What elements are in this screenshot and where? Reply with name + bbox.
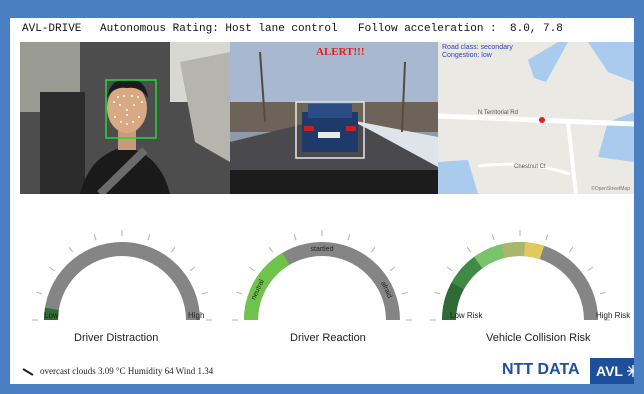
driver-distraction-title: Driver Distraction: [74, 332, 159, 344]
follow-acceleration-label: Follow acceleration :: [358, 23, 497, 35]
driver-camera-panel: [20, 42, 230, 194]
gauge-fill-segment: [500, 242, 525, 259]
status-header: AVL-DRIVE Autonomous Rating: Host lane c…: [10, 18, 634, 40]
gauge-high-label: High: [188, 311, 205, 320]
vehicle-detection-box: [295, 101, 365, 159]
gauge-tick: [268, 246, 274, 253]
gauge-fill: [244, 252, 290, 320]
autonomous-rating: Autonomous Rating: Host lane control: [100, 23, 338, 35]
ntt-data-logo: NTT DATA: [502, 361, 580, 378]
gauge-tick: [587, 266, 594, 272]
gauge-tick: [68, 246, 74, 253]
gauge-low-label: Low Risk: [450, 311, 483, 320]
gauge-high-label: High Risk: [596, 311, 631, 320]
gauge-track: [43, 241, 200, 320]
gauge-tick: [170, 246, 176, 253]
gauge-low-label: Low: [44, 311, 59, 320]
collision-risk-gauge: [430, 230, 610, 321]
gauge-tick: [491, 234, 495, 241]
gauge-tick: [201, 291, 208, 295]
street-label: N Territorial Rd: [478, 110, 518, 116]
dashboard-frame: AVL-DRIVE Autonomous Rating: Host lane c…: [10, 18, 634, 384]
weather-readout: overcast clouds 3.09 °C Humidity 64 Wind…: [40, 366, 214, 376]
gauge-tick: [434, 291, 441, 295]
follow-acceleration-values: 8.0, 7.8: [510, 23, 563, 35]
driver-distraction-gauge: [32, 230, 212, 321]
snowflake-icon: [627, 365, 634, 377]
brand-label: AVL-DRIVE: [22, 23, 82, 35]
gauge-tick: [248, 266, 255, 272]
gauge-tick: [545, 234, 549, 241]
gauge-tick: [48, 266, 55, 272]
map-image: [438, 42, 634, 194]
road-class-label: Road class: secondary: [442, 44, 513, 51]
gauge-tick: [599, 291, 606, 295]
gauge-tick: [466, 246, 472, 253]
congestion-label: Congestion: low: [442, 52, 492, 59]
gauge-tick: [236, 291, 243, 295]
gauge-segment-label: startled: [311, 246, 334, 253]
street-label: Chestnut Ct: [514, 164, 546, 170]
map-panel: Road class: secondary Congestion: low N …: [438, 42, 634, 194]
collision-risk-title: Vehicle Collision Risk: [486, 332, 591, 344]
gauge-tick: [446, 266, 453, 272]
map-attribution: ©OpenStreetMap: [591, 186, 630, 192]
gauge-tick: [401, 291, 408, 295]
gauge-tick: [293, 234, 297, 241]
driver-reaction-gauge: neutralstartledafraid: [232, 230, 412, 321]
gauge-tick: [389, 266, 396, 272]
alert-label: ALERT!!!: [316, 46, 365, 58]
avl-logo-text: AVL: [596, 363, 623, 379]
gauge-tick: [36, 291, 43, 295]
driver-reaction-title: Driver Reaction: [290, 332, 366, 344]
gauge-tick: [189, 266, 196, 272]
gauge-tick: [568, 246, 574, 253]
gauge-tick: [93, 234, 97, 241]
gauge-tick: [347, 234, 351, 241]
road-camera-panel: ALERT!!!: [230, 42, 438, 194]
face-detection-box: [105, 79, 157, 139]
avl-logo: AVL: [590, 358, 634, 384]
gauge-tick: [147, 234, 151, 241]
gauge-tick: [370, 246, 376, 253]
footer-bar: overcast clouds 3.09 °C Humidity 64 Wind…: [20, 358, 634, 384]
weather-icon: [22, 368, 34, 376]
